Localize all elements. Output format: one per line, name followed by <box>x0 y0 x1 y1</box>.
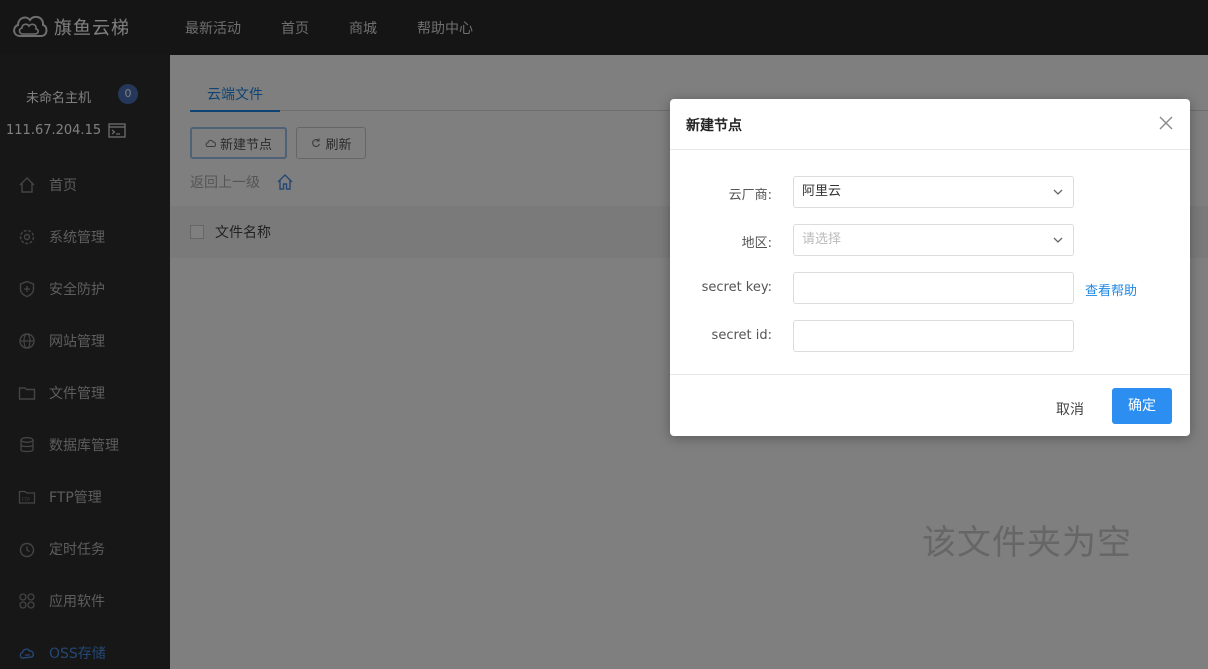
close-icon[interactable] <box>1158 115 1174 131</box>
confirm-button[interactable]: 确定 <box>1112 388 1172 424</box>
provider-row: 云厂商: 阿里云 <box>670 176 1190 208</box>
provider-select[interactable]: 阿里云 <box>793 176 1074 208</box>
secret-id-input[interactable] <box>793 320 1074 352</box>
region-label: 地区: <box>741 236 772 251</box>
secret-id-row: secret id: <box>670 320 1190 352</box>
region-row: 地区: 请选择 <box>670 224 1190 256</box>
cancel-button[interactable]: 取消 <box>1056 399 1084 419</box>
secret-key-row: secret key: 查看帮助 <box>670 272 1190 304</box>
provider-label: 云厂商: <box>728 188 772 203</box>
new-node-dialog: 新建节点 云厂商: 阿里云 地区: 请选择 secret key: 查看帮助 s… <box>670 99 1190 436</box>
provider-value: 阿里云 <box>802 184 842 199</box>
secret-id-label: secret id: <box>711 328 772 343</box>
secret-key-label: secret key: <box>701 280 772 295</box>
dialog-header: 新建节点 <box>670 99 1190 150</box>
dialog-title: 新建节点 <box>686 118 742 134</box>
help-link[interactable]: 查看帮助 <box>1085 280 1137 299</box>
chevron-down-icon <box>1053 189 1063 195</box>
chevron-down-icon <box>1053 237 1063 243</box>
dialog-footer: 取消 确定 <box>670 374 1190 436</box>
region-select[interactable]: 请选择 <box>793 224 1074 256</box>
secret-key-input[interactable] <box>793 272 1074 304</box>
region-placeholder: 请选择 <box>802 232 842 247</box>
